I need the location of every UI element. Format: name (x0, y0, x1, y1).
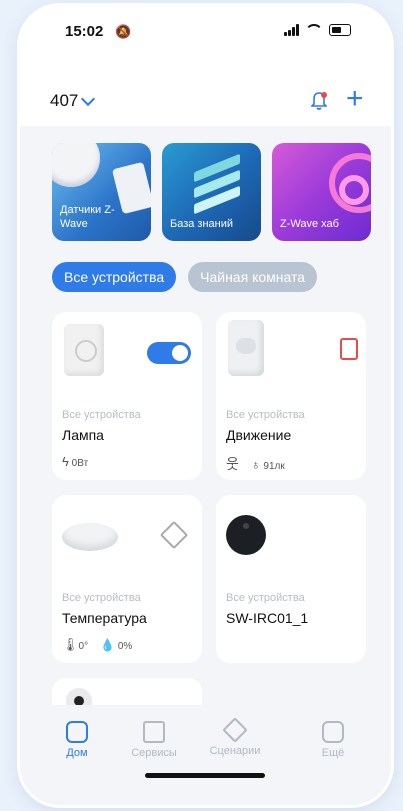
device-readings: 🌡0° 💧 0% (62, 637, 132, 653)
device-name: SW-IRC01_1 (226, 610, 309, 626)
smart-plug-image (64, 324, 104, 376)
banner-label: База знаний (170, 218, 234, 230)
light-bulb-icon: ♁ (250, 456, 261, 472)
power-reading: ϟ 0Вт (62, 454, 89, 469)
home-indicator (145, 773, 265, 778)
device-readings: ϟ 0Вт (62, 454, 88, 469)
lux-reading: ♁ 91лк (250, 456, 285, 472)
device-card-temperature[interactable]: Все устройства Температура 🌡0° 💧 0% (52, 495, 202, 663)
tab-label: Дом (66, 747, 88, 759)
device-card-ir-remote[interactable]: Все устройства SW-IRC01_1 (216, 495, 366, 663)
banner-zwave-sensors[interactable]: Датчики Z-Wave (52, 143, 151, 241)
signal-waves-image (339, 175, 369, 205)
home-name: 407 (50, 91, 79, 110)
sensor-image (52, 143, 100, 187)
add-button[interactable]: + (346, 84, 364, 114)
bottom-tab-bar: Дом Сервисы Сценарии Ещё (20, 705, 391, 805)
temperature-reading: 🌡0° (62, 637, 89, 652)
layers-icon (222, 717, 248, 743)
wifi-icon (305, 24, 323, 36)
ir-remote-image (226, 515, 266, 555)
humidity-reading: 💧 0% (100, 638, 133, 652)
thermometer-icon: 🌡 (62, 637, 79, 652)
chip-tea-room[interactable]: Чайная комната (188, 262, 318, 292)
device-readings: 웃 ♁ 91лк (226, 454, 285, 474)
device-room: Все устройства (226, 592, 305, 604)
home-selector[interactable]: 407 (50, 91, 96, 111)
battery-icon (329, 24, 351, 36)
tab-more[interactable]: Ещё (298, 721, 368, 759)
grid-icon (143, 721, 165, 743)
device-room: Все устройства (62, 592, 141, 604)
tab-label: Сервисы (131, 747, 177, 759)
banner-label: Z-Wave хаб (280, 218, 339, 230)
device-name: Лампа (62, 427, 104, 443)
tab-services[interactable]: Сервисы (119, 721, 189, 759)
room-filter: Все устройства Чайная комната (52, 262, 318, 292)
banner-label: Датчики Z-Wave (60, 204, 115, 230)
more-icon (322, 721, 344, 743)
phone-frame: 15:02 🔕 407 + Датчики Z-Wave База знаний… (20, 6, 391, 805)
device-room: Все устройства (226, 409, 305, 421)
status-icons (284, 24, 351, 36)
cube-icon (159, 520, 189, 550)
lightning-icon: ϟ (62, 454, 69, 469)
device-name: Температура (62, 610, 147, 626)
motion-sensor-image (228, 320, 264, 376)
bell-icon[interactable] (311, 91, 327, 111)
banner-zwave-hub[interactable]: Z-Wave хаб (272, 143, 371, 241)
chevron-down-icon (81, 91, 96, 106)
status-bar: 15:02 🔕 (20, 6, 391, 76)
banner-knowledge-base[interactable]: База знаний (162, 143, 261, 241)
signal-icon (284, 24, 299, 36)
tab-label: Ещё (321, 747, 345, 759)
silent-mode-icon: 🔕 (115, 24, 132, 39)
promo-banners: Датчики Z-Wave База знаний Z-Wave хаб (52, 143, 371, 241)
tab-home[interactable]: Дом (42, 721, 112, 759)
power-toggle[interactable] (147, 342, 191, 364)
alarm-icon (340, 338, 358, 360)
device-room: Все устройства (62, 409, 141, 421)
app-header: 407 + (20, 76, 391, 126)
hub-image (62, 523, 118, 551)
device-card-motion[interactable]: Все устройства Движение 웃 ♁ 91лк (216, 312, 366, 480)
device-name: Движение (226, 427, 292, 443)
device-card-lamp[interactable]: Все устройства Лампа ϟ 0Вт (52, 312, 202, 480)
tab-label: Сценарии (209, 745, 261, 757)
status-time: 15:02 (65, 23, 104, 40)
droplet-icon: 💧 (100, 638, 116, 652)
home-icon (66, 721, 88, 743)
chip-all-devices[interactable]: Все устройства (52, 262, 177, 292)
tab-scenarios[interactable]: Сценарии (200, 717, 270, 757)
person-icon: 웃 (226, 456, 239, 472)
